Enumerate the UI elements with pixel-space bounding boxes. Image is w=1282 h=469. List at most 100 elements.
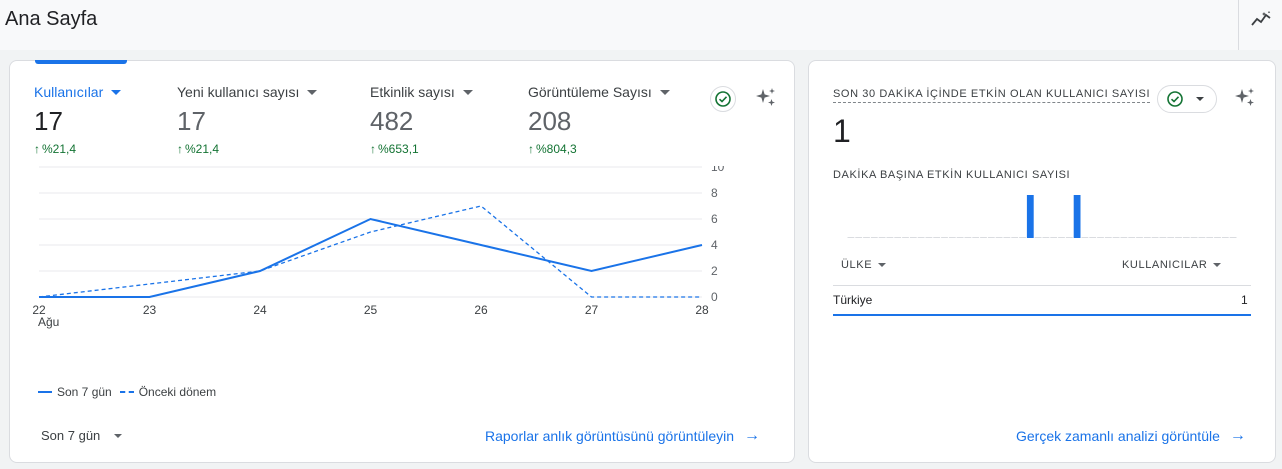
minute-bar [1097,237,1104,238]
minute-bar [1221,237,1229,238]
minute-bar [878,237,886,238]
metric-value: 208 [528,106,572,136]
minute-bar [1190,237,1198,238]
caret-down-icon [1196,97,1204,101]
minute-bar [1206,237,1214,238]
link-text: Raporlar anlık görüntüsünü görüntüleyin [485,428,735,444]
metric-label: Kullanıcılar [34,84,122,100]
minute-bar [902,237,909,238]
sparkle-icon[interactable] [1233,86,1257,110]
column-header-users[interactable]: KULLANICILAR [1122,259,1222,271]
minute-bar [909,237,917,238]
metric-new-users[interactable]: Yeni kullanıcı sayısı 17 ↑ %21,4 [177,84,318,156]
minute-bar [1151,237,1159,238]
metric-change-text: %21,4 [42,142,77,156]
realtime-compare-button[interactable] [1157,85,1217,113]
minute-bar [1159,237,1167,238]
metric-users[interactable]: Kullanıcılar 17 ↑ %21,4 [34,84,122,156]
x-month-label: Ağu [38,315,59,329]
minute-bar [1065,237,1073,238]
legend-previous: Önceki dönem [138,385,217,399]
minute-bar [1011,237,1019,238]
view-reports-snapshot-link[interactable]: Raporlar anlık görüntüsünü görüntüleyin → [485,427,760,445]
minute-bar [870,237,878,238]
minute-bar [1050,237,1058,238]
metric-change: ↑ %21,4 [34,142,121,156]
arrow-up-icon: ↑ [528,142,534,156]
legend-dashed-swatch [119,391,134,393]
realtime-value: 1 [833,113,851,149]
minute-bar [1112,237,1120,238]
page-title: Ana Sayfa [5,8,98,30]
metric-change-text: %21,4 [185,142,220,156]
realtime-title[interactable]: SON 30 DAKİKA İÇİNDE ETKİN OLAN KULLANIC… [833,88,1151,103]
x-tick-label: 27 [585,303,599,317]
check-icon [1167,91,1183,107]
column-header-country[interactable]: ÜLKE [841,259,887,271]
minute-bar [1229,237,1237,238]
minute-bar [980,237,987,238]
minute-bar [855,237,863,238]
view-realtime-link[interactable]: Gerçek zamanlı analizi görüntüle → [1016,427,1246,445]
minute-bar [1019,237,1026,238]
page-header: Ana Sayfa [0,0,1282,50]
minute-bar [956,237,964,238]
arrow-right-icon: → [1229,427,1246,444]
minute-bar [933,237,941,238]
minute-bar [1136,237,1143,238]
metric-value: 482 [370,106,414,136]
minute-bar [1128,237,1136,238]
minute-bar [1198,237,1206,238]
x-tick-label: 24 [253,303,267,317]
minute-bar [1003,237,1011,238]
metric-label-text: Yeni kullanıcı sayısı [177,84,300,100]
minute-bar [894,237,902,238]
metric-label: Görüntüleme Sayısı [528,84,670,100]
sparkle-icon[interactable] [754,86,778,110]
column-header-label: KULLANICILAR [1122,259,1208,271]
chart-legend: Son 7 gün Önceki dönem [38,385,216,399]
minute-bar [863,237,870,238]
caret-down-icon [1213,263,1222,267]
y-tick-label: 4 [711,238,718,252]
metric-change-text: %653,1 [378,142,419,156]
overview-card: Kullanıcılar 17 ↑ %21,4 Yeni kullanıcı sa… [9,60,795,463]
metric-label-text: Kullanıcılar [34,84,104,100]
check-icon [715,91,731,107]
minute-bar [1073,195,1081,238]
metric-change-text: %804,3 [536,142,577,156]
line-chart: 024681022 23 24 25 26 27 28Ağu [32,166,725,329]
minute-bar [1143,237,1151,238]
arrow-up-icon: ↑ [34,142,40,156]
metric-label: Yeni kullanıcı sayısı [177,84,318,100]
minute-bar [964,237,972,238]
minute-bar [1175,237,1182,238]
header-divider [1238,0,1239,50]
minute-bar [1214,237,1221,238]
x-tick-label: 28 [695,303,709,317]
metric-views[interactable]: Görüntüleme Sayısı 208 ↑ %804,3 [528,84,670,156]
minute-bar [1167,237,1175,238]
metric-change: ↑ %804,3 [528,142,670,156]
active-tab-indicator [35,60,127,64]
x-tick-label: 25 [364,303,378,317]
minute-bar [1042,237,1050,238]
caret-down-icon [878,263,887,267]
arrow-up-icon: ↑ [370,142,376,156]
date-range-select[interactable]: Son 7 gün [41,428,123,443]
per-minute-bar-chart [847,195,1237,238]
minute-bar [948,237,956,238]
minute-bar [1026,195,1034,238]
insights-icon[interactable] [1249,8,1273,32]
metric-event-count[interactable]: Etkinlik sayısı 482 ↑ %653,1 [370,84,473,156]
y-tick-label: 2 [711,264,718,278]
minute-bar [1104,237,1112,238]
minute-bar [1058,237,1065,238]
y-tick-label: 10 [711,166,725,174]
arrow-right-icon: → [744,427,761,444]
minute-bar [1120,237,1128,238]
column-header-label: ÜLKE [841,259,873,271]
minute-bar [925,237,933,238]
y-tick-label: 6 [711,212,718,226]
check-circle-icon[interactable] [710,86,736,112]
